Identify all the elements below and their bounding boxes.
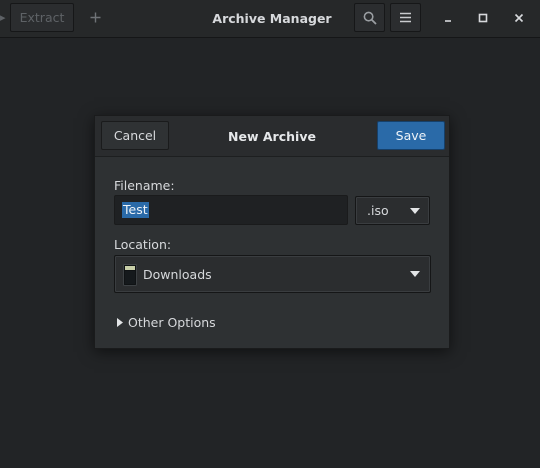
- location-label: Location:: [114, 237, 172, 252]
- cancel-button[interactable]: Cancel: [101, 121, 169, 150]
- dialog-title: New Archive: [228, 128, 316, 144]
- other-options-label: Other Options: [128, 314, 216, 330]
- left-edge-glyph: ▸: [0, 11, 6, 24]
- extension-value: .iso: [367, 203, 389, 218]
- save-button[interactable]: Save: [377, 121, 445, 150]
- chevron-down-icon: [410, 208, 420, 214]
- hamburger-menu-icon: [400, 12, 411, 23]
- location-value: Downloads: [143, 267, 212, 282]
- chevron-down-icon: [410, 271, 420, 277]
- menu-button[interactable]: [390, 3, 421, 32]
- plus-icon: [90, 12, 100, 23]
- window-title: Archive Manager: [212, 10, 332, 26]
- minimize-icon: [445, 20, 451, 22]
- other-options-expander[interactable]: Other Options: [117, 314, 216, 330]
- search-button[interactable]: [354, 3, 385, 32]
- maximize-button[interactable]: [470, 5, 496, 31]
- maximize-icon: [478, 13, 488, 23]
- extract-button[interactable]: Extract: [10, 3, 74, 32]
- location-dropdown[interactable]: Downloads: [114, 255, 431, 293]
- new-archive-dialog: Cancel New Archive Save Filename: Test .…: [94, 115, 450, 349]
- filename-field[interactable]: Test: [114, 195, 348, 225]
- filename-label: Filename:: [114, 178, 175, 193]
- archive-manager-window: ▸ Extract Archive Manager Cancel New Arc…: [0, 0, 540, 468]
- extension-dropdown[interactable]: .iso: [355, 196, 430, 225]
- add-files-button[interactable]: [80, 3, 110, 32]
- dialog-header: Cancel New Archive Save: [95, 116, 449, 157]
- filename-value: Test: [122, 202, 149, 218]
- minimize-button[interactable]: [435, 5, 461, 31]
- folder-downloads-icon: [123, 264, 137, 286]
- header-bar: ▸ Extract Archive Manager: [0, 0, 540, 38]
- search-icon: [363, 11, 377, 25]
- close-icon: [514, 13, 524, 23]
- close-button[interactable]: [506, 5, 532, 31]
- expander-triangle-icon: [117, 317, 123, 327]
